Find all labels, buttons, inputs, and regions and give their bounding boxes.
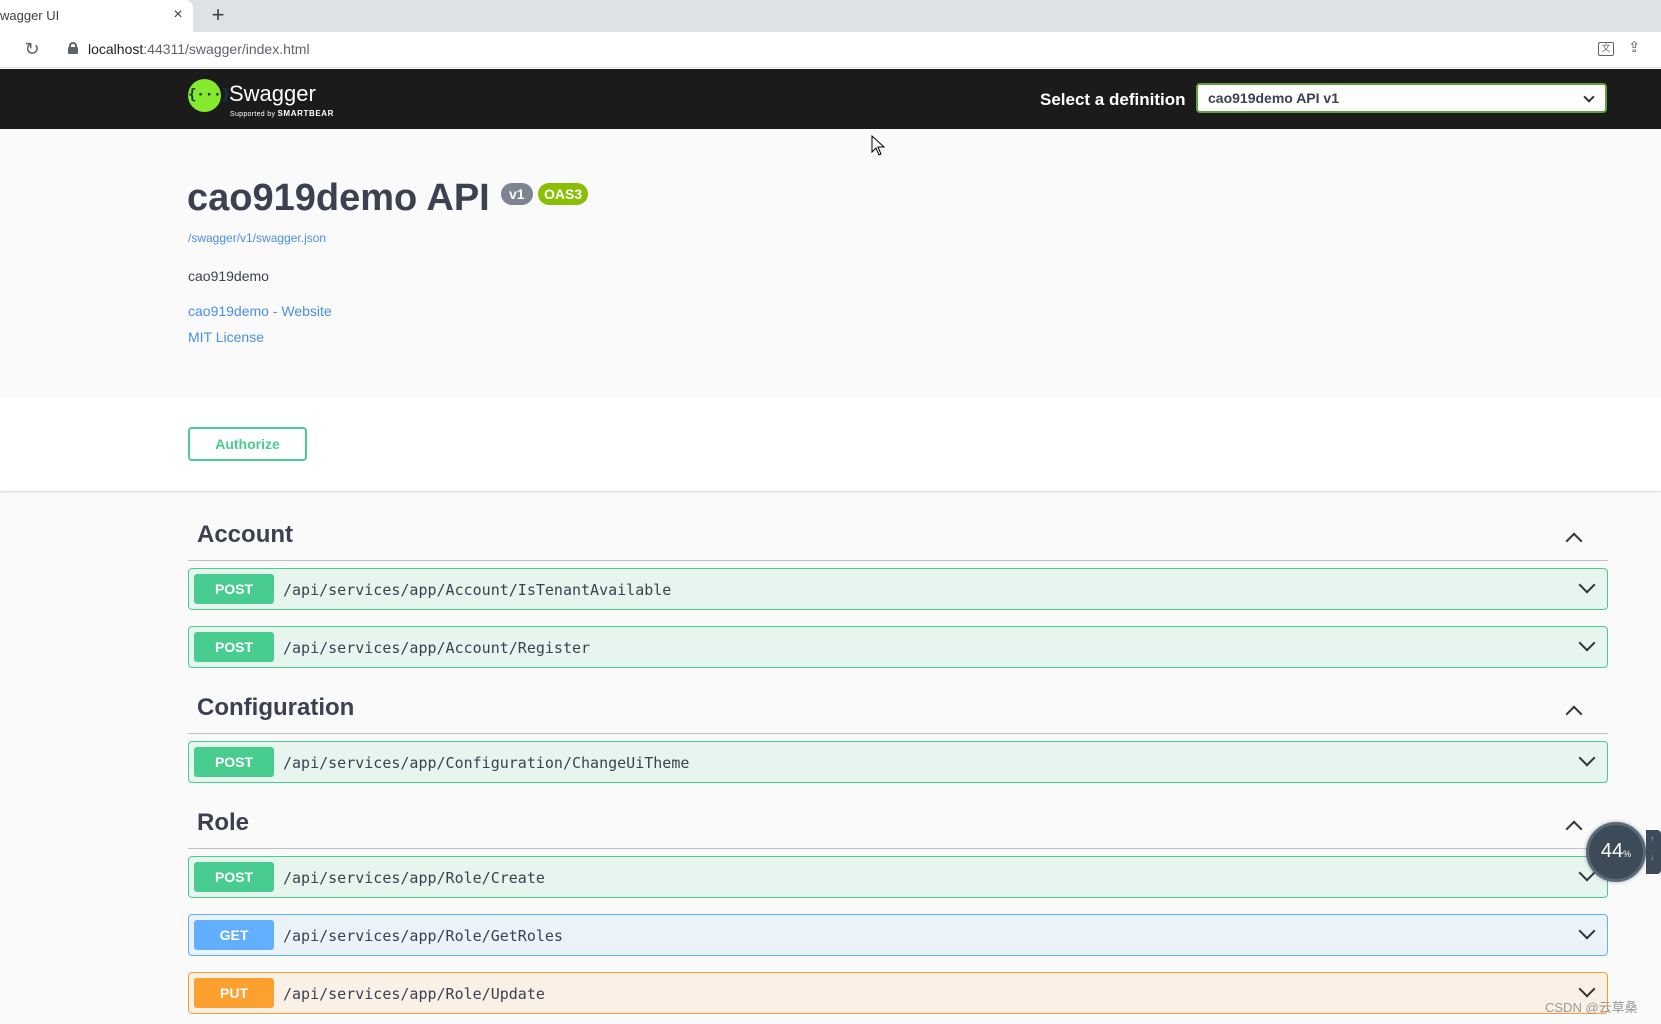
chevron-down-icon[interactable]	[1578, 749, 1596, 767]
definition-select[interactable]: cao919demo API v1	[1196, 83, 1607, 113]
oas-badge: OAS3	[538, 183, 589, 205]
operation-path: /api/services/app/Configuration/ChangeUi…	[283, 754, 690, 772]
method-badge: GET	[194, 920, 274, 950]
scheme-container: Authorize	[0, 397, 1661, 491]
swagger-topbar: {···} Swagger Supported by SMARTBEAR Sel…	[0, 69, 1661, 129]
lock-icon[interactable]	[68, 42, 78, 54]
method-badge: POST	[194, 862, 274, 892]
tag-name: Account	[197, 521, 293, 548]
tab-title: wagger UI	[0, 8, 60, 23]
url-text[interactable]: localhost:44311/swagger/index.html	[88, 41, 310, 57]
select-definition-label: Select a definition	[1040, 90, 1186, 109]
logo-glyph: {···}	[188, 87, 231, 103]
operation-path: /api/services/app/Account/Register	[283, 639, 591, 657]
share-icon[interactable]: ⇪	[1628, 40, 1644, 56]
api-description: cao919demo	[188, 268, 269, 284]
logo-subtitle: Supported by SMARTBEAR	[230, 109, 334, 118]
chevron-down-icon[interactable]	[1578, 922, 1596, 940]
chevron-down-icon[interactable]	[1578, 576, 1596, 594]
operation-row[interactable]: POST /api/services/app/Account/Register	[188, 626, 1608, 668]
authorize-button[interactable]: Authorize	[188, 427, 307, 461]
swagger-logo-icon[interactable]: {···}	[188, 79, 231, 112]
method-badge: PUT	[194, 978, 274, 1008]
close-tab-icon[interactable]: ×	[168, 5, 188, 25]
browser-tab-bar: wagger UI × +	[0, 0, 1661, 32]
translate-icon[interactable]: 文	[1598, 42, 1614, 56]
tag-name: Role	[197, 809, 250, 836]
operation-row[interactable]: POST /api/services/app/Account/IsTenantA…	[188, 568, 1608, 610]
operation-row[interactable]: PUT /api/services/app/Role/Update	[188, 972, 1608, 1014]
forward-icon[interactable]: ›	[0, 40, 12, 58]
performance-unit: %	[1623, 849, 1632, 859]
operation-path: /api/services/app/Role/Update	[283, 985, 545, 1003]
url-host: localhost	[88, 41, 144, 57]
chevron-down-icon[interactable]	[1578, 634, 1596, 652]
mouse-cursor-icon	[871, 135, 886, 156]
spec-json-link[interactable]: /swagger/v1/swagger.json	[188, 231, 326, 245]
upload-arrow-icon: ↑	[1650, 834, 1655, 844]
operation-path: /api/services/app/Role/Create	[283, 869, 545, 887]
website-link[interactable]: cao919demo - Website	[188, 303, 332, 319]
tag-name: Configuration	[197, 694, 355, 721]
url-path: :44311/swagger/index.html	[143, 41, 310, 57]
chevron-up-icon[interactable]	[1565, 532, 1583, 550]
performance-number: 44	[1600, 840, 1624, 862]
operation-path: /api/services/app/Role/GetRoles	[283, 927, 563, 945]
browser-tab[interactable]: wagger UI ×	[0, 0, 193, 32]
operation-row[interactable]: POST /api/services/app/Role/Create	[188, 856, 1608, 898]
api-title: cao919demo API	[187, 177, 490, 219]
method-badge: POST	[194, 747, 274, 777]
logo-sub-brand: SMARTBEAR	[277, 109, 335, 118]
tag-header-account[interactable]: Account	[188, 511, 1608, 561]
chevron-down-icon	[1583, 91, 1595, 103]
logo-text: Swagger	[229, 81, 316, 106]
tag-header-configuration[interactable]: Configuration	[188, 684, 1608, 734]
operation-path: /api/services/app/Account/IsTenantAvaila…	[283, 581, 672, 599]
performance-side-panel[interactable]: ↑ ↓	[1646, 830, 1661, 874]
chevron-down-icon[interactable]	[1578, 980, 1596, 998]
chevron-up-icon[interactable]	[1565, 820, 1583, 838]
new-tab-icon[interactable]: +	[206, 3, 230, 27]
method-badge: POST	[194, 574, 274, 604]
tag-header-role[interactable]: Role	[188, 799, 1608, 849]
version-badge: v1	[501, 183, 533, 205]
method-badge: POST	[194, 632, 274, 662]
download-arrow-icon: ↓	[1650, 852, 1655, 862]
license-link[interactable]: MIT License	[188, 329, 264, 345]
operation-row[interactable]: POST /api/services/app/Configuration/Cha…	[188, 741, 1608, 783]
performance-value: 44%	[1589, 840, 1643, 863]
operation-row[interactable]: GET /api/services/app/Role/GetRoles	[188, 914, 1608, 956]
chevron-up-icon[interactable]	[1565, 705, 1583, 723]
logo-sub-prefix: Supported by	[230, 111, 276, 118]
definition-select-value: cao919demo API v1	[1208, 90, 1339, 106]
watermark: CSDN @云草桑	[1545, 1000, 1638, 1015]
performance-widget[interactable]: 44%	[1586, 822, 1646, 882]
reload-icon[interactable]: ↻	[22, 39, 42, 59]
